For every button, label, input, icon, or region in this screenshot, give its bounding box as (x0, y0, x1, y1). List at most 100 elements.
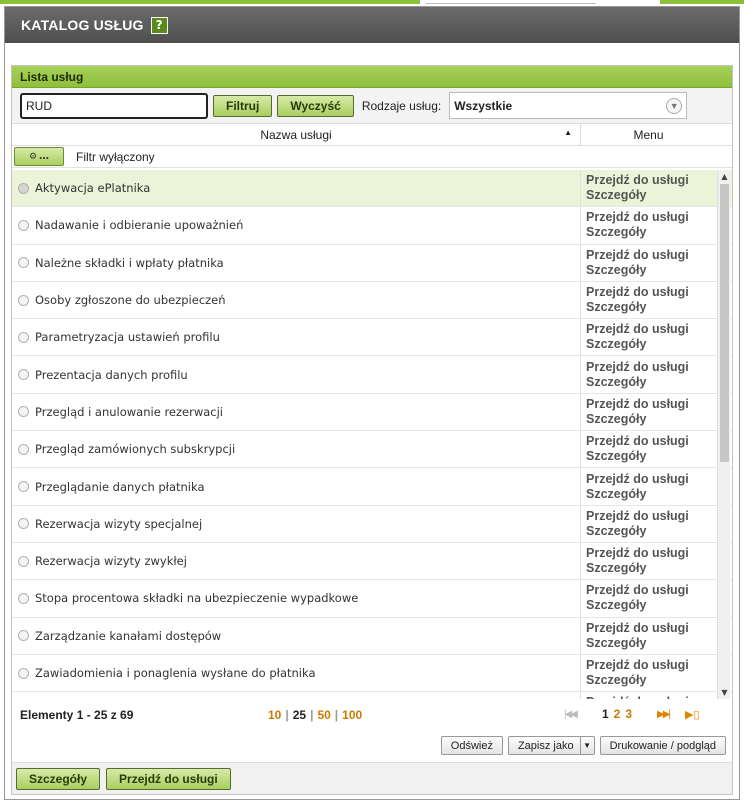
first-page-icon[interactable]: |◀◀ (564, 709, 578, 720)
service-name[interactable]: Parametryzacja ustawień profilu (34, 319, 581, 356)
list-scrollbar[interactable]: ▲ ▼ (717, 170, 730, 699)
table-row[interactable]: Stopa procentowa składki na ubezpieczeni… (12, 580, 732, 618)
go-to-service-link[interactable]: Przejdź do usługi (586, 248, 716, 263)
row-radio[interactable] (12, 282, 34, 318)
row-radio[interactable] (12, 580, 34, 616)
chevron-down-icon[interactable]: ▼ (579, 737, 594, 754)
column-header-name[interactable]: Nazwa usługi ▲ (12, 124, 581, 145)
table-row[interactable]: Przegląd zamówionych subskrypcji Przejdź … (12, 431, 732, 469)
details-link[interactable]: Szczegóły (586, 636, 716, 651)
row-radio[interactable] (12, 543, 34, 579)
page-size-option[interactable]: 50 (317, 708, 330, 722)
table-row[interactable]: Osoby zgłoszone do ubezpieczeń Przejdź do… (12, 281, 732, 320)
details-link[interactable]: Szczegóły (586, 375, 716, 390)
table-row[interactable]: Przegląd i anulowanie rezerwacji Przejdź … (12, 393, 732, 432)
service-types-select[interactable]: Wszystkie ▼ (449, 92, 688, 119)
row-radio[interactable] (12, 692, 34, 699)
go-to-service-link[interactable]: Przejdź do usługi (586, 434, 716, 449)
row-radio[interactable] (12, 506, 34, 542)
row-radio[interactable] (12, 319, 34, 355)
details-link[interactable]: Szczegóły (586, 449, 716, 464)
table-row[interactable]: Prezentacja danych profilu Przejdź do usł… (12, 356, 732, 394)
row-radio[interactable] (12, 655, 34, 691)
go-to-service-button[interactable]: Przejdź do usługi (106, 767, 231, 790)
chevron-down-icon[interactable]: ▼ (666, 98, 683, 114)
service-name[interactable]: Prezentacja danych profilu (34, 356, 581, 393)
page-size-option[interactable]: 10 (268, 708, 281, 722)
go-to-service-link[interactable]: Przejdź do usługi (586, 621, 716, 636)
go-to-service-link[interactable]: Przejdź do usługi (586, 210, 716, 225)
scroll-down-icon[interactable]: ▼ (718, 686, 731, 699)
service-name[interactable]: Aktywacja ePlatnika (34, 170, 581, 207)
filter-button[interactable]: Filtruj (213, 94, 273, 117)
go-to-service-link[interactable]: Przejdź do usługi (586, 397, 716, 412)
details-link[interactable]: Szczegóły (586, 263, 716, 278)
details-link[interactable]: Szczegóły (586, 673, 716, 688)
table-row[interactable]: Przeglądanie danych płatnika Przejdź do u… (12, 468, 732, 506)
go-to-service-link[interactable]: Przejdź do usługi (586, 472, 716, 487)
row-radio[interactable] (12, 170, 34, 206)
table-row[interactable]: Złożenie dokumentu OK-WUD Wniosek uprawn… (12, 692, 732, 699)
table-row[interactable]: Nadawanie i odbieranie upoważnień Przejdź… (12, 207, 732, 245)
service-name[interactable]: Zarządzanie kanałami dostępów (34, 617, 581, 654)
row-radio[interactable] (12, 245, 34, 281)
go-to-service-link[interactable]: Przejdź do usługi (586, 173, 716, 188)
table-row[interactable]: Rezerwacja wizyty zwykłej Przejdź do usłu… (12, 542, 732, 581)
row-radio[interactable] (12, 468, 34, 504)
table-row[interactable]: Należne składki i wpłaty płatnika Przejdź… (12, 244, 732, 282)
scroll-up-icon[interactable]: ▲ (718, 170, 731, 183)
go-to-service-link[interactable]: Przejdź do usługi (586, 509, 716, 524)
table-row[interactable]: Rezerwacja wizyty specjalnej Przejdź do u… (12, 505, 732, 543)
row-radio[interactable] (12, 394, 34, 430)
go-to-service-link[interactable]: Przejdź do usługi (586, 285, 716, 300)
service-name[interactable]: Należne składki i wpłaty płatnika (34, 244, 581, 281)
go-to-service-link[interactable]: Przejdź do usługi (586, 583, 716, 598)
scroll-thumb[interactable] (720, 184, 729, 462)
service-name[interactable]: Rezerwacja wizyty specjalnej (34, 505, 581, 542)
row-radio[interactable] (12, 431, 34, 467)
help-icon[interactable]: ? (150, 16, 168, 34)
go-to-service-link[interactable]: Przejdź do usługi (586, 546, 716, 561)
page-size-option[interactable]: 25 (293, 708, 306, 722)
service-name[interactable]: Stopa procentowa składki na ubezpieczeni… (34, 580, 581, 617)
details-link[interactable]: Szczegóły (586, 412, 716, 427)
save-as-button[interactable]: Zapisz jako ▼ (507, 736, 595, 755)
filter-options-button[interactable]: ⚙ … (14, 147, 64, 166)
last-page-icon[interactable]: ▶▶| (657, 709, 671, 720)
table-row[interactable]: Zarządzanie kanałami dostępów Przejdź do … (12, 617, 732, 655)
row-radio[interactable] (12, 207, 34, 243)
details-link[interactable]: Szczegóły (586, 300, 716, 315)
page-number[interactable]: 2 (614, 707, 621, 721)
row-radio[interactable] (12, 618, 34, 654)
refresh-button[interactable]: Odśwież (440, 736, 503, 755)
go-to-service-link[interactable]: Przejdź do usługi (586, 658, 716, 673)
go-to-service-link[interactable]: Przejdź do usługi (586, 695, 716, 699)
details-link[interactable]: Szczegóły (586, 188, 716, 203)
page-end-icon[interactable]: ▶▯ (685, 708, 700, 721)
details-link[interactable]: Szczegóły (586, 524, 716, 539)
clear-button[interactable]: Wyczyść (277, 94, 354, 117)
go-to-service-link[interactable]: Przejdź do usługi (586, 360, 716, 375)
page-number[interactable]: 3 (625, 707, 632, 721)
row-radio[interactable] (12, 356, 34, 392)
page-size-option[interactable]: 100 (342, 708, 362, 722)
details-button[interactable]: Szczegóły (16, 767, 101, 790)
service-name[interactable]: Złożenie dokumentu OK-WUD Wniosek uprawn… (34, 692, 581, 699)
service-name[interactable]: Przeglądanie danych płatnika (34, 468, 581, 505)
details-link[interactable]: Szczegóły (586, 487, 716, 502)
table-row[interactable]: Parametryzacja ustawień profilu Przejdź d… (12, 319, 732, 357)
table-row[interactable]: Aktywacja ePlatnika Przejdź do usługi Szcz… (12, 170, 732, 208)
print-preview-button[interactable]: Drukowanie / podgląd (599, 736, 726, 755)
page-number[interactable]: 1 (602, 707, 609, 721)
service-name[interactable]: Osoby zgłoszone do ubezpieczeń (34, 281, 581, 319)
service-name[interactable]: Rezerwacja wizyty zwykłej (34, 542, 581, 580)
table-row[interactable]: Zawiadomienia i ponaglenia wysłane do pł… (12, 654, 732, 693)
details-link[interactable]: Szczegóły (586, 561, 716, 576)
service-name[interactable]: Przegląd zamówionych subskrypcji (34, 431, 581, 468)
go-to-service-link[interactable]: Przejdź do usługi (586, 322, 716, 337)
service-name[interactable]: Zawiadomienia i ponaglenia wysłane do pł… (34, 654, 581, 692)
details-link[interactable]: Szczegóły (586, 598, 716, 613)
service-name[interactable]: Przegląd i anulowanie rezerwacji (34, 393, 581, 431)
service-name[interactable]: Nadawanie i odbieranie upoważnień (34, 207, 581, 244)
search-input[interactable]: RUD (20, 92, 208, 119)
